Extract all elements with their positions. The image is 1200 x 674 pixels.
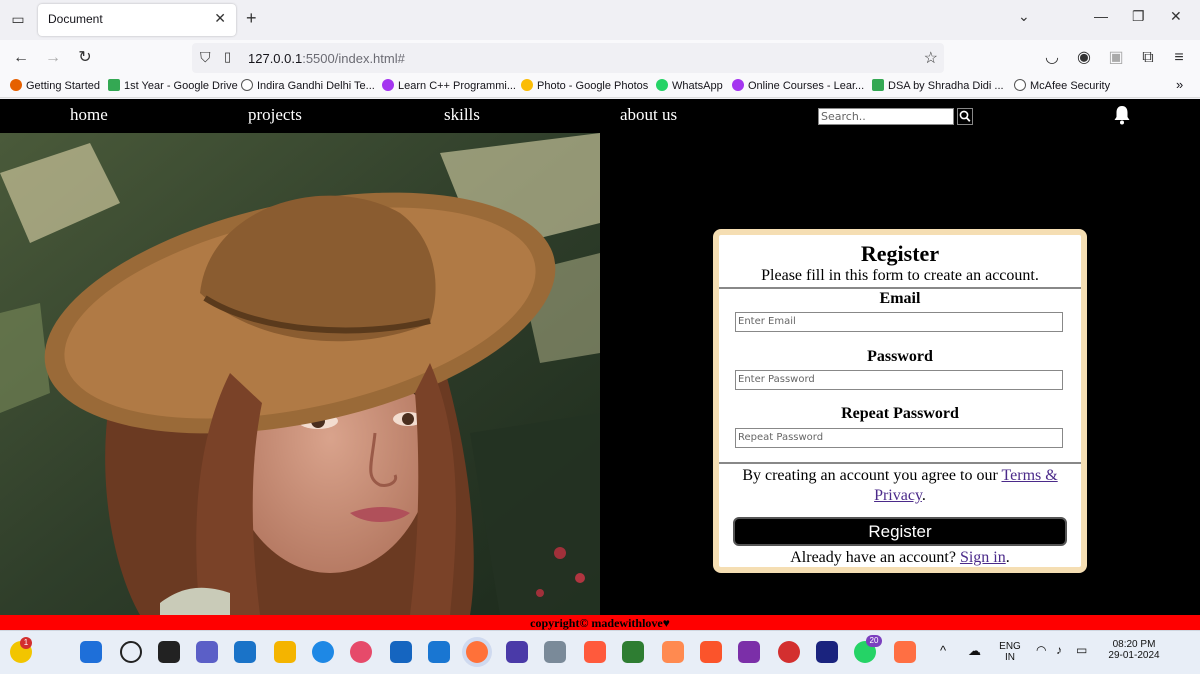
url-text: 127.0.0.1:5500/index.html# bbox=[248, 51, 405, 66]
app-icon[interactable] bbox=[662, 641, 684, 663]
restore-icon[interactable]: ❐ bbox=[1132, 8, 1145, 25]
wps-icon[interactable] bbox=[584, 641, 606, 663]
password-field[interactable]: Enter Password bbox=[735, 370, 1063, 390]
repeat-password-label: Repeat Password bbox=[841, 405, 959, 422]
bookmark-item[interactable]: Getting Started bbox=[10, 79, 100, 92]
volume-icon[interactable]: ♪ bbox=[1056, 643, 1062, 657]
task-view-icon[interactable] bbox=[158, 641, 180, 663]
browser-toolbar: ← → ↻ ⛉ ▯ 127.0.0.1:5500/index.html# ☆ ◡… bbox=[0, 40, 1200, 76]
form-divider bbox=[719, 287, 1081, 289]
tuf-icon[interactable] bbox=[778, 641, 800, 663]
file-explorer-icon[interactable] bbox=[274, 641, 296, 663]
search-input[interactable]: Search.. bbox=[818, 108, 954, 125]
pocket-icon[interactable]: ◡ bbox=[1041, 47, 1063, 69]
bookmark-item[interactable]: Indira Gandhi Delhi Te... bbox=[241, 79, 375, 92]
form-subtitle: Please fill in this form to create an ac… bbox=[761, 267, 1039, 284]
nav-skills[interactable]: skills bbox=[444, 105, 480, 125]
notepad-icon[interactable] bbox=[622, 641, 644, 663]
hero-portrait-image bbox=[0, 133, 600, 615]
teams-icon[interactable] bbox=[196, 641, 218, 663]
onedrive-icon[interactable]: ☁ bbox=[968, 643, 981, 659]
mysql-icon[interactable] bbox=[390, 641, 412, 663]
clock[interactable]: 08:20 PM 29-01-2024 bbox=[1104, 639, 1164, 661]
repeat-password-field[interactable]: Repeat Password bbox=[735, 428, 1063, 448]
form-divider bbox=[719, 462, 1081, 464]
tab-title: Document bbox=[48, 12, 103, 26]
snipping-icon[interactable] bbox=[894, 641, 916, 663]
notification-badge: 1 bbox=[20, 637, 32, 649]
forward-icon[interactable]: → bbox=[42, 47, 64, 69]
camera-icon[interactable] bbox=[350, 641, 372, 663]
tab-list-icon[interactable]: ▭ bbox=[8, 9, 28, 29]
register-card: Register Please fill in this form to cre… bbox=[713, 229, 1087, 573]
edge-icon[interactable] bbox=[312, 641, 334, 663]
vscode-icon[interactable] bbox=[428, 641, 450, 663]
page-viewport: home projects skills about us Search.. R… bbox=[0, 99, 1200, 630]
bookmark-item[interactable]: DSA by Shradha Didi ... bbox=[872, 79, 1004, 92]
taskbar: 1 20 ^ ☁ ENG IN ◠ ♪ ▭ 08:20 PM 29-01-2024 bbox=[0, 630, 1200, 674]
search-icon bbox=[958, 109, 972, 124]
email-label: Email bbox=[879, 290, 921, 307]
start-icon[interactable] bbox=[80, 641, 102, 663]
bookmark-item[interactable]: Learn C++ Programmi... bbox=[382, 79, 516, 92]
language-indicator[interactable]: ENG IN bbox=[998, 641, 1022, 663]
close-window-icon[interactable]: ✕ bbox=[1170, 8, 1182, 25]
extensions-icon[interactable]: ⧉ bbox=[1137, 47, 1159, 69]
chevron-up-icon[interactable]: ^ bbox=[940, 643, 946, 658]
bookmark-star-icon[interactable]: ☆ bbox=[924, 48, 938, 68]
more-bookmarks-icon[interactable]: » bbox=[1176, 77, 1183, 92]
bookmark-item[interactable]: Photo - Google Photos bbox=[521, 79, 648, 92]
account-icon[interactable]: ◉ bbox=[1073, 47, 1095, 69]
power-automate-icon[interactable] bbox=[506, 641, 528, 663]
webex-icon[interactable] bbox=[816, 641, 838, 663]
register-form: Register Please fill in this form to cre… bbox=[719, 235, 1081, 567]
password-label: Password bbox=[867, 348, 933, 365]
browser-tab[interactable]: Document ✕ bbox=[38, 4, 236, 36]
bookmarks-bar: Getting Started 1st Year - Google Drive … bbox=[0, 76, 1200, 98]
form-title: Register bbox=[860, 241, 940, 266]
nav-home[interactable]: home bbox=[70, 105, 108, 125]
bookmark-item[interactable]: WhatsApp bbox=[656, 79, 723, 92]
terms-text: By creating an account you agree to our … bbox=[742, 467, 1058, 504]
browser-tab-bar: ▭ Document ✕ + ⌄ — ❐ ✕ bbox=[0, 0, 1200, 40]
register-button[interactable]: Register bbox=[733, 517, 1067, 546]
minimize-icon[interactable]: — bbox=[1094, 8, 1108, 24]
bookmark-item[interactable]: 1st Year - Google Drive bbox=[108, 79, 238, 92]
back-icon[interactable]: ← bbox=[10, 47, 32, 69]
chevron-down-icon[interactable]: ⌄ bbox=[1018, 8, 1030, 25]
search-button[interactable] bbox=[957, 108, 973, 125]
store-icon[interactable] bbox=[234, 641, 256, 663]
wifi-icon[interactable]: ◠ bbox=[1036, 643, 1046, 657]
footer: copyright© madewithlove♥ bbox=[0, 615, 1200, 630]
brave-icon[interactable] bbox=[700, 641, 722, 663]
nav-projects[interactable]: projects bbox=[248, 105, 302, 125]
tab-close-icon[interactable]: ✕ bbox=[214, 10, 226, 27]
signin-link[interactable]: Sign in bbox=[960, 549, 1006, 566]
whatsapp-badge: 20 bbox=[866, 635, 882, 647]
onenote-icon[interactable] bbox=[738, 641, 760, 663]
calculator-icon[interactable] bbox=[544, 641, 566, 663]
bell-icon[interactable] bbox=[1112, 104, 1132, 126]
reload-icon[interactable]: ↻ bbox=[74, 47, 96, 69]
firefox-icon[interactable] bbox=[466, 641, 488, 663]
battery-icon[interactable]: ▭ bbox=[1076, 643, 1087, 657]
url-bar[interactable]: ⛉ ▯ 127.0.0.1:5500/index.html# ☆ bbox=[192, 43, 944, 73]
site-nav: home projects skills about us Search.. bbox=[0, 99, 1200, 133]
search-taskbar-icon[interactable] bbox=[120, 641, 142, 663]
nav-about-us[interactable]: about us bbox=[620, 105, 677, 125]
email-field[interactable]: Enter Email bbox=[735, 312, 1063, 332]
signin-text: Already have an account? Sign in. bbox=[790, 549, 1010, 566]
bookmark-item[interactable]: Online Courses - Lear... bbox=[732, 79, 864, 92]
sidebar-icon[interactable]: ▣ bbox=[1105, 47, 1127, 69]
shield-icon[interactable]: ⛉ bbox=[200, 49, 211, 66]
menu-icon[interactable]: ≡ bbox=[1168, 47, 1190, 69]
bookmark-item[interactable]: McAfee Security bbox=[1014, 79, 1110, 92]
new-tab-icon[interactable]: + bbox=[246, 8, 257, 28]
page-icon[interactable]: ▯ bbox=[224, 49, 231, 65]
